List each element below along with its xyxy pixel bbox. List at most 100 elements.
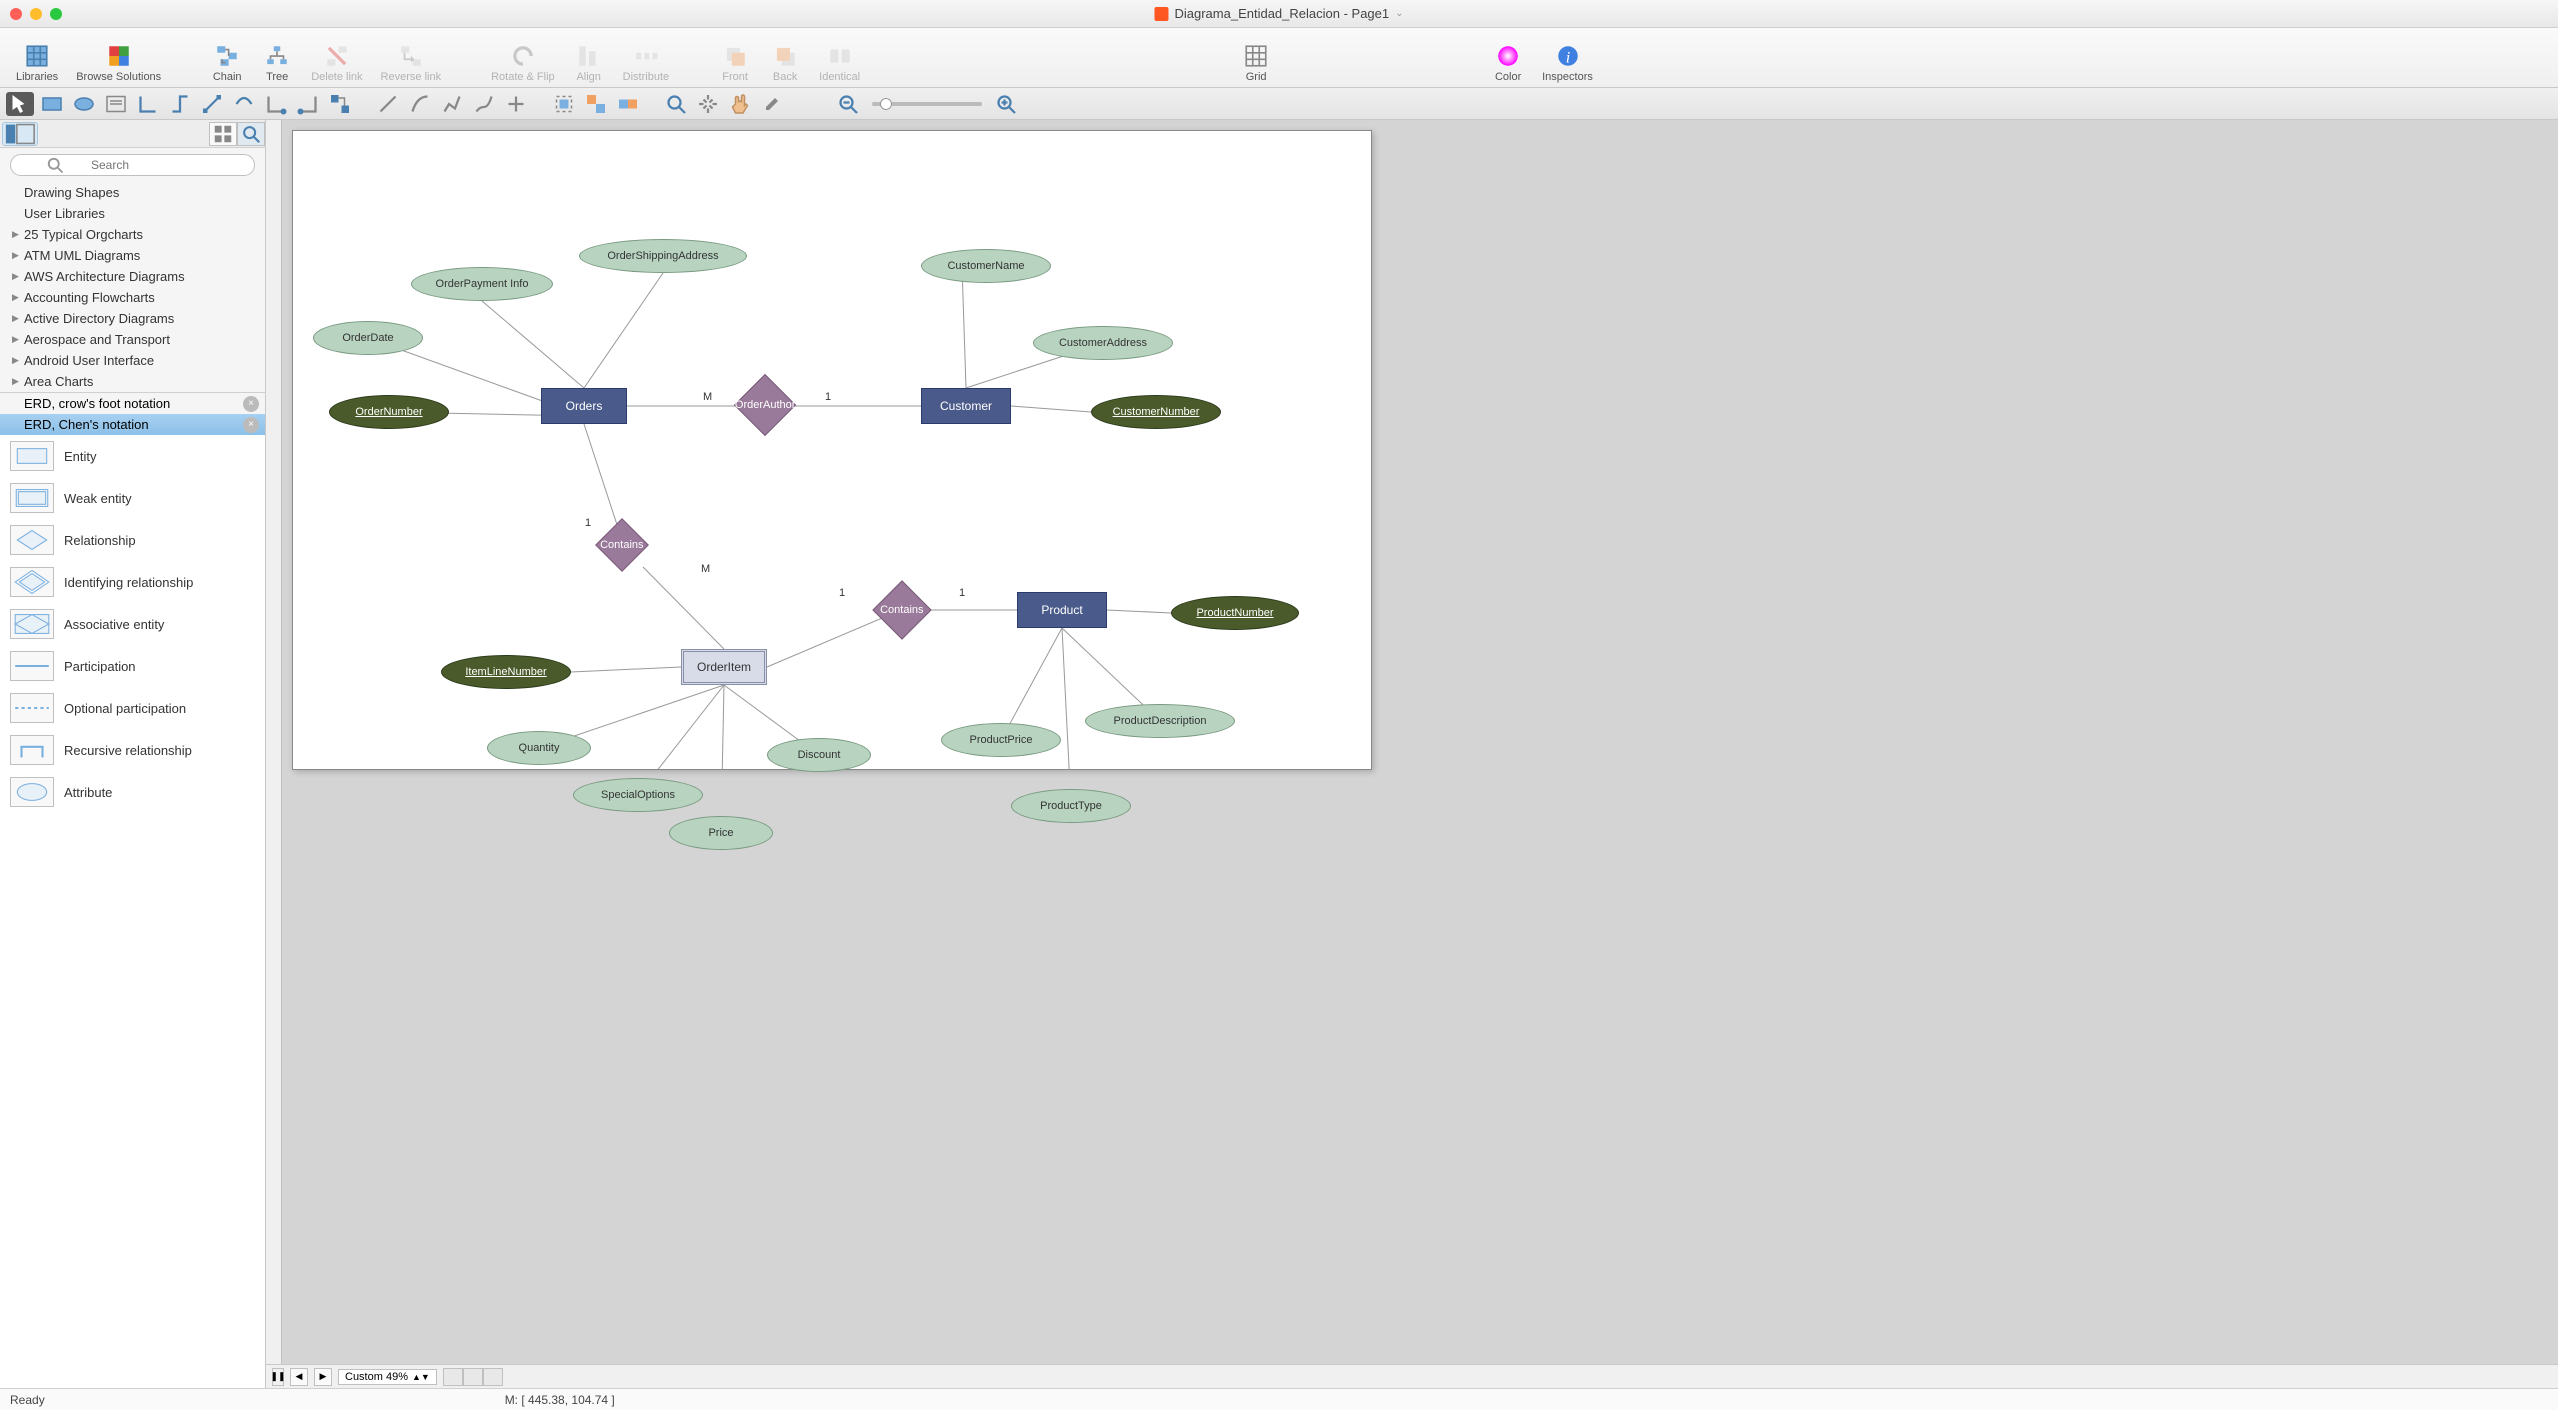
nav-first[interactable]: ◀ <box>290 1368 308 1386</box>
attribute-10[interactable]: ProductType <box>1011 789 1131 823</box>
page-tab-1[interactable] <box>443 1368 463 1386</box>
stencil-attribute[interactable]: Attribute <box>0 771 265 813</box>
search-box[interactable] <box>10 154 255 176</box>
library-active-directory-diagrams[interactable]: ▶Active Directory Diagrams <box>0 308 265 329</box>
connector-tool-7[interactable] <box>326 92 354 116</box>
library-atm-uml-diagrams[interactable]: ▶ATM UML Diagrams <box>0 245 265 266</box>
hand-tool[interactable] <box>726 92 754 116</box>
library-user-libraries[interactable]: User Libraries <box>0 203 265 224</box>
attribute-5[interactable]: Quantity <box>487 731 591 765</box>
zoom-selector[interactable]: Custom 49%▲▼ <box>338 1369 437 1385</box>
group-tool-3[interactable] <box>614 92 642 116</box>
connector-tool-1[interactable] <box>134 92 162 116</box>
search-input[interactable] <box>91 158 246 172</box>
connector-tool-2[interactable] <box>166 92 194 116</box>
close-icon[interactable]: × <box>243 417 259 433</box>
stencil-relationship[interactable]: Relationship <box>0 519 265 561</box>
library-accounting-flowcharts[interactable]: ▶Accounting Flowcharts <box>0 287 265 308</box>
stencil-recursive-relationship[interactable]: Recursive relationship <box>0 729 265 771</box>
library-drawing-shapes[interactable]: Drawing Shapes <box>0 182 265 203</box>
weak-entity-orderitem[interactable]: OrderItem <box>681 649 767 685</box>
toolbar-reverse-link: Reverse link <box>373 31 450 85</box>
close-button[interactable] <box>10 8 22 20</box>
connector-tool-6[interactable] <box>294 92 322 116</box>
close-icon[interactable]: × <box>243 396 259 412</box>
zoom-out-button[interactable] <box>834 92 862 116</box>
library--typical-orgcharts[interactable]: ▶25 Typical Orgcharts <box>0 224 265 245</box>
grid-view-button[interactable] <box>209 122 237 146</box>
maximize-button[interactable] <box>50 8 62 20</box>
relationship-contains1[interactable]: Contains <box>595 518 649 572</box>
library-area-charts[interactable]: ▶Area Charts <box>0 371 265 392</box>
ellipse-tool[interactable] <box>70 92 98 116</box>
stencil-header[interactable]: ERD, Chen's notation× <box>0 414 265 435</box>
toolbar-browse-solutions[interactable]: Browse Solutions <box>68 31 169 85</box>
attribute-0[interactable]: OrderDate <box>313 321 423 355</box>
connector-tool-5[interactable] <box>262 92 290 116</box>
zoom-slider[interactable] <box>872 102 982 106</box>
pan-tool[interactable] <box>694 92 722 116</box>
attribute-2[interactable]: OrderShippingAddress <box>579 239 747 273</box>
toolbar-tree[interactable]: Tree <box>253 31 301 85</box>
attribute-1[interactable]: OrderPayment Info <box>411 267 553 301</box>
line-tool-4[interactable] <box>470 92 498 116</box>
relationship-contains2[interactable]: Contains <box>872 580 931 639</box>
attribute-9[interactable]: ProductPrice <box>941 723 1061 757</box>
library-android-user-interface[interactable]: ▶Android User Interface <box>0 350 265 371</box>
attribute-11[interactable]: ProductDescription <box>1085 704 1235 738</box>
bottom-bar: ❚❚ ◀ ▶ Custom 49%▲▼ <box>266 1364 2558 1388</box>
toolbar-back: Back <box>761 31 809 85</box>
attribute-7[interactable]: Price <box>669 816 773 850</box>
page-tab-3[interactable] <box>483 1368 503 1386</box>
group-tool-1[interactable] <box>550 92 578 116</box>
attribute-4[interactable]: CustomerAddress <box>1033 326 1173 360</box>
entity-orders[interactable]: Orders <box>541 388 627 424</box>
stencil-header[interactable]: ERD, crow's foot notation× <box>0 393 265 414</box>
connector-tool-3[interactable] <box>198 92 226 116</box>
toolbar-libraries[interactable]: Libraries <box>8 31 66 85</box>
eyedropper-tool[interactable] <box>758 92 786 116</box>
stencil-associative-entity[interactable]: Associative entity <box>0 603 265 645</box>
toolbar-inspectors[interactable]: iInspectors <box>1534 31 1601 85</box>
pause-icon[interactable]: ❚❚ <box>272 1368 284 1386</box>
nav-prev[interactable]: ▶ <box>314 1368 332 1386</box>
attribute-8[interactable]: Discount <box>767 738 871 772</box>
attribute-6[interactable]: SpecialOptions <box>573 778 703 812</box>
rect-tool[interactable] <box>38 92 66 116</box>
attribute-3[interactable]: CustomerName <box>921 249 1051 283</box>
library-aerospace-and-transport[interactable]: ▶Aerospace and Transport <box>0 329 265 350</box>
chevron-down-icon[interactable]: ⌄ <box>1395 8 1403 19</box>
sidebar-toggle[interactable] <box>2 122 38 146</box>
minimize-button[interactable] <box>30 8 42 20</box>
relationship-orderauthor[interactable]: OrderAuthor <box>734 374 796 436</box>
line-tool-1[interactable] <box>374 92 402 116</box>
toolbar-chain[interactable]: Chain <box>203 31 251 85</box>
stencil-identifying-relationship[interactable]: Identifying relationship <box>0 561 265 603</box>
canvas-page[interactable]: Orders Customer Product OrderItem OrderAutho… <box>292 130 1372 770</box>
key-attribute-0[interactable]: OrderNumber <box>329 395 449 429</box>
zoom-in-tool[interactable] <box>662 92 690 116</box>
stencil-weak-entity[interactable]: Weak entity <box>0 477 265 519</box>
search-view-button[interactable] <box>237 122 265 146</box>
line-tool-5[interactable] <box>502 92 530 116</box>
page-tab-2[interactable] <box>463 1368 483 1386</box>
key-attribute-3[interactable]: ProductNumber <box>1171 596 1299 630</box>
key-attribute-2[interactable]: ItemLineNumber <box>441 655 571 689</box>
zoom-in-button[interactable] <box>992 92 1020 116</box>
entity-customer[interactable]: Customer <box>921 388 1011 424</box>
stencil-optional-participation[interactable]: Optional participation <box>0 687 265 729</box>
text-tool[interactable] <box>102 92 130 116</box>
line-tool-3[interactable] <box>438 92 466 116</box>
line-tool-2[interactable] <box>406 92 434 116</box>
library-aws-architecture-diagrams[interactable]: ▶AWS Architecture Diagrams <box>0 266 265 287</box>
toolbar-color[interactable]: Color <box>1484 31 1532 85</box>
stencil-participation[interactable]: Participation <box>0 645 265 687</box>
stencil-entity[interactable]: Entity <box>0 435 265 477</box>
group-tool-2[interactable] <box>582 92 610 116</box>
toolbar-grid[interactable]: Grid <box>1232 31 1280 85</box>
entity-product[interactable]: Product <box>1017 592 1107 628</box>
key-attribute-1[interactable]: CustomerNumber <box>1091 395 1221 429</box>
pointer-tool[interactable] <box>6 92 34 116</box>
connector-tool-4[interactable] <box>230 92 258 116</box>
cardinality-4: 1 <box>839 587 845 599</box>
